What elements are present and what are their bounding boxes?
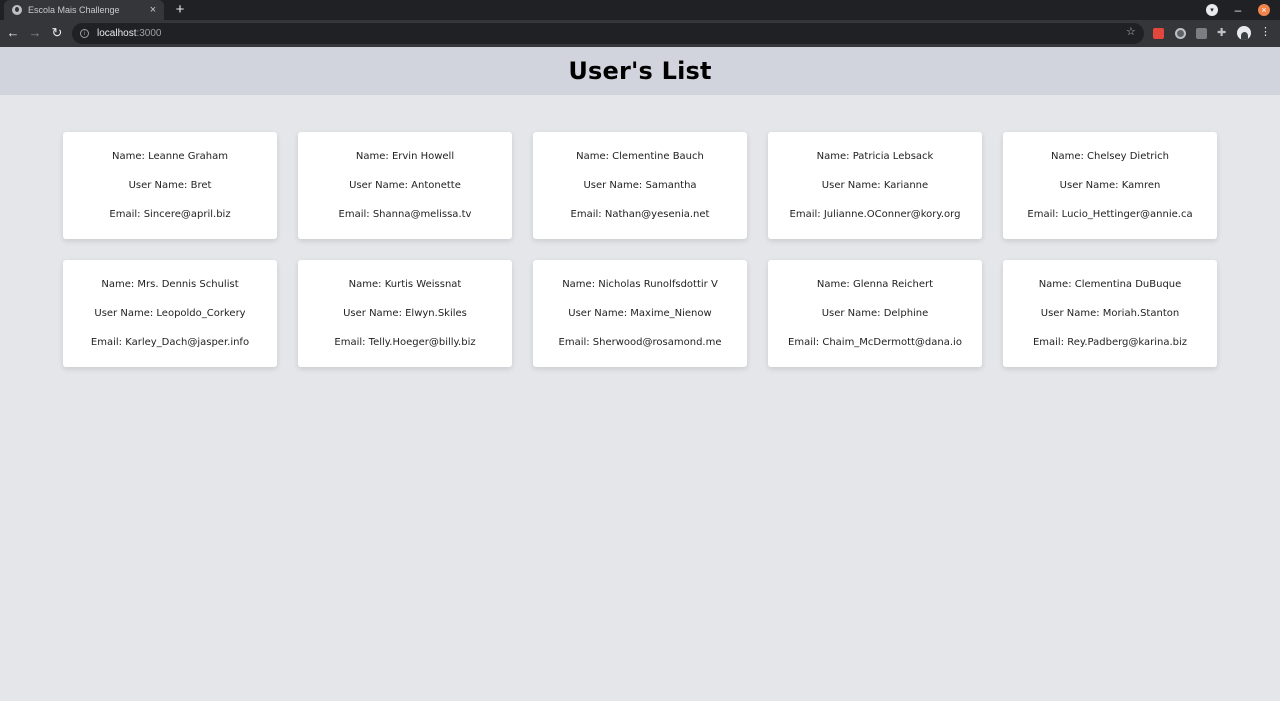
user-card: Name: Clementina DuBuque User Name: Mori… <box>1003 260 1217 367</box>
user-username: User Name: Bret <box>128 180 212 191</box>
user-card: Name: Clementine Bauch User Name: Samant… <box>533 132 747 239</box>
user-email: Email: Sincere@april.biz <box>109 209 231 220</box>
info-icon[interactable]: i <box>80 29 89 38</box>
window-close-icon[interactable]: × <box>1258 4 1270 16</box>
user-email: Email: Julianne.OConner@kory.org <box>789 209 961 220</box>
browser-titlebar: Escola Mais Challenge × + ▾ – × <box>0 0 1280 20</box>
extension-icon[interactable] <box>1153 28 1164 39</box>
user-username: User Name: Moriah.Stanton <box>1040 308 1180 319</box>
user-card: Name: Ervin Howell User Name: Antonette … <box>298 132 512 239</box>
user-card: Name: Mrs. Dennis Schulist User Name: Le… <box>63 260 277 367</box>
tab-close-icon[interactable]: × <box>148 5 158 16</box>
tab-search-icon[interactable]: ▾ <box>1206 4 1218 16</box>
user-username: User Name: Maxime_Nienow <box>568 308 712 319</box>
user-name: Name: Kurtis Weissnat <box>348 279 462 290</box>
browser-menu-icon[interactable]: ⋮ <box>1260 27 1271 38</box>
user-name: Name: Leanne Graham <box>112 151 228 162</box>
new-tab-button[interactable]: + <box>172 2 188 18</box>
extension-icon[interactable] <box>1196 28 1207 39</box>
user-username: User Name: Karianne <box>821 180 929 191</box>
user-card: Name: Leanne Graham User Name: Bret Emai… <box>63 132 277 239</box>
browser-toolbar: ← → ↻ i localhost:3000 ☆ ✚ ⋮ <box>0 20 1280 47</box>
user-name: Name: Patricia Lebsack <box>816 151 934 162</box>
page-title: User's List <box>568 57 712 85</box>
user-name: Name: Mrs. Dennis Schulist <box>101 279 239 290</box>
user-name: Name: Nicholas Runolfsdottir V <box>562 279 718 290</box>
user-cards-grid: Name: Leanne Graham User Name: Bret Emai… <box>63 132 1217 367</box>
user-username: User Name: Delphine <box>821 308 929 319</box>
url-host: localhost <box>97 28 137 39</box>
globe-icon <box>12 5 22 15</box>
user-email: Email: Chaim_McDermott@dana.io <box>788 337 962 348</box>
user-username: User Name: Leopoldo_Corkery <box>94 308 246 319</box>
user-email: Email: Lucio_Hettinger@annie.ca <box>1027 209 1193 220</box>
user-name: Name: Glenna Reichert <box>816 279 934 290</box>
user-email: Email: Shanna@melissa.tv <box>338 209 472 220</box>
user-email: Email: Telly.Hoeger@billy.biz <box>334 337 476 348</box>
extensions-puzzle-icon[interactable]: ✚ <box>1217 28 1229 39</box>
user-email: Email: Rey.Padberg@karina.biz <box>1032 337 1188 348</box>
user-username: User Name: Kamren <box>1059 180 1161 191</box>
profile-avatar[interactable] <box>1237 26 1251 40</box>
user-name: Name: Clementina DuBuque <box>1038 279 1182 290</box>
user-email: Email: Karley_Dach@jasper.info <box>90 337 250 348</box>
back-arrow-icon[interactable]: ← <box>6 26 20 40</box>
user-email: Email: Sherwood@rosamond.me <box>558 337 722 348</box>
user-card: Name: Nicholas Runolfsdottir V User Name… <box>533 260 747 367</box>
forward-arrow-icon[interactable]: → <box>28 26 42 40</box>
address-bar[interactable]: i localhost:3000 <box>72 23 1144 44</box>
page-header: User's List <box>0 47 1280 95</box>
user-card: Name: Patricia Lebsack User Name: Karian… <box>768 132 982 239</box>
user-username: User Name: Antonette <box>349 180 461 191</box>
user-username: User Name: Samantha <box>583 180 697 191</box>
tab-title: Escola Mais Challenge <box>28 5 120 15</box>
user-name: Name: Clementine Bauch <box>576 151 704 162</box>
user-name: Name: Chelsey Dietrich <box>1050 151 1170 162</box>
user-card: Name: Glenna Reichert User Name: Delphin… <box>768 260 982 367</box>
reload-icon[interactable]: ↻ <box>50 26 64 40</box>
bookmark-star-icon[interactable]: ☆ <box>1126 27 1136 38</box>
user-card: Name: Kurtis Weissnat User Name: Elwyn.S… <box>298 260 512 367</box>
url-port: :3000 <box>136 28 162 39</box>
minimize-icon[interactable]: – <box>1232 4 1244 16</box>
user-email: Email: Nathan@yesenia.net <box>570 209 710 220</box>
user-name: Name: Ervin Howell <box>355 151 455 162</box>
user-card: Name: Chelsey Dietrich User Name: Kamren… <box>1003 132 1217 239</box>
browser-tab[interactable]: Escola Mais Challenge × <box>4 0 164 20</box>
extension-icon[interactable] <box>1175 28 1186 39</box>
user-username: User Name: Elwyn.Skiles <box>343 308 467 319</box>
